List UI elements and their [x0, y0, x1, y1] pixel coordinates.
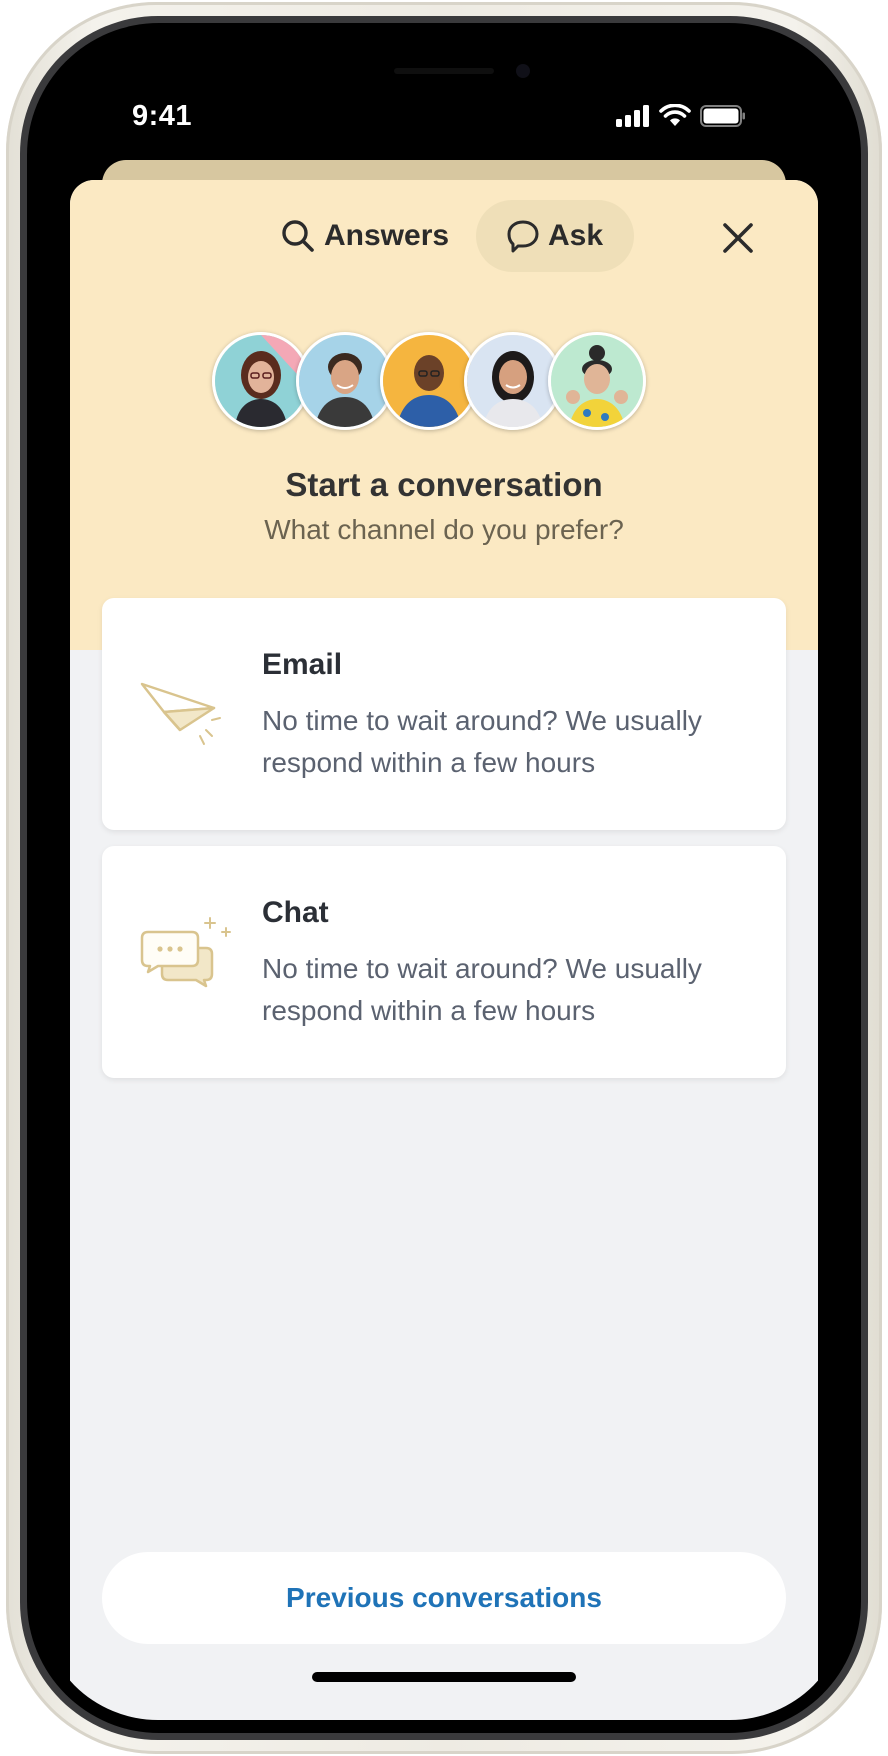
avatar — [548, 332, 646, 430]
paper-plane-icon — [140, 682, 221, 745]
chat-channel-card[interactable]: Chat No time to wait around? We usually … — [102, 846, 786, 1078]
help-sheet: Answers Ask Start a conversation What ch… — [70, 180, 818, 1720]
tab-answers[interactable]: Answers — [280, 200, 449, 272]
cellular-signal-icon — [616, 105, 649, 127]
wifi-icon — [659, 104, 691, 126]
status-time: 9:41 — [132, 100, 193, 132]
close-icon[interactable] — [718, 218, 758, 258]
agent-avatars — [212, 332, 682, 432]
battery-icon — [700, 105, 745, 127]
email-card-description: No time to wait around? We usually respo… — [262, 705, 702, 778]
phone-screen: 9:41 Answers Ask Start a conversation Wh… — [40, 36, 848, 1720]
front-camera — [516, 64, 530, 78]
speaker-grille — [394, 68, 494, 74]
speech-bubble-icon — [507, 220, 539, 253]
page-title: Start a conversation — [285, 466, 603, 503]
page-subtitle: What channel do you prefer? — [264, 514, 624, 545]
email-channel-card[interactable]: Email No time to wait around? We usually… — [102, 598, 786, 830]
home-indicator[interactable] — [312, 1672, 576, 1682]
previous-conversations-button[interactable]: Previous conversations — [102, 1552, 786, 1644]
chat-card-description: No time to wait around? We usually respo… — [262, 953, 702, 1026]
status-icons — [616, 104, 746, 128]
chat-card-title: Chat — [262, 896, 329, 929]
tab-answers-label: Answers — [324, 219, 450, 252]
chat-bubbles-icon — [140, 917, 231, 988]
email-card-title: Email — [262, 648, 343, 681]
tab-ask-label: Ask — [548, 219, 604, 252]
tab-ask[interactable]: Ask — [476, 200, 634, 272]
search-icon — [282, 220, 314, 252]
